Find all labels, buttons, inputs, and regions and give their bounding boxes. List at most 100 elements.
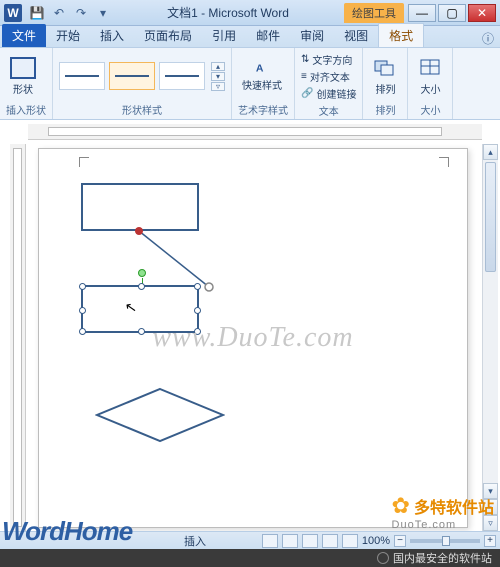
size-icon xyxy=(418,57,442,79)
shapes-icon xyxy=(10,57,36,79)
resize-handle[interactable] xyxy=(79,283,86,290)
footer-strip: 国内最安全的软件站 xyxy=(0,549,500,567)
quick-styles-label: 快速样式 xyxy=(242,77,282,92)
margin-guide xyxy=(79,157,449,167)
group-size: 大小 大小 xyxy=(408,48,453,119)
page[interactable]: ↖ www.DuoTe.com xyxy=(38,148,468,528)
scroll-thumb[interactable] xyxy=(485,162,496,272)
ruler-vertical[interactable] xyxy=(10,144,26,531)
style-preset-1[interactable] xyxy=(59,62,105,90)
footer-text: 国内最安全的软件站 xyxy=(393,550,492,566)
align-text-button[interactable]: ≡对齐文本 xyxy=(301,69,356,84)
workspace: ↖ www.DuoTe.com xyxy=(0,144,500,531)
style-preset-3[interactable] xyxy=(159,62,205,90)
duote-cn-text: 多特软件站 xyxy=(414,494,494,518)
link-icon: 🔗 xyxy=(301,88,313,99)
resize-handle[interactable] xyxy=(194,328,201,335)
style-preset-2[interactable] xyxy=(109,62,155,90)
shape-connector-line[interactable] xyxy=(139,231,229,291)
ruler-horizontal[interactable] xyxy=(28,124,482,140)
text-direction-button[interactable]: ⇅文字方向 xyxy=(301,52,356,67)
resize-handle[interactable] xyxy=(194,307,201,314)
ribbon-tabs: 文件 开始 插入 页面布局 引用 邮件 审阅 视图 格式 ⓘ xyxy=(0,26,500,48)
zoom-out-button[interactable]: − xyxy=(394,535,406,547)
zoom-in-button[interactable]: + xyxy=(484,535,496,547)
group-insert-shapes: 形状 插入形状 xyxy=(0,48,53,119)
view-outline-button[interactable] xyxy=(322,534,338,548)
zoom-slider-thumb[interactable] xyxy=(442,536,450,546)
minimize-button[interactable]: — xyxy=(408,4,436,22)
arrange-button[interactable]: 排列 xyxy=(369,55,401,98)
status-mode: 插入 xyxy=(184,533,206,549)
maximize-button[interactable]: ▢ xyxy=(438,4,466,22)
zoom-level[interactable]: 100% xyxy=(362,535,390,547)
duote-logo-icon: ✿ xyxy=(392,493,410,519)
align-text-label: 对齐文本 xyxy=(310,69,350,84)
tab-review[interactable]: 审阅 xyxy=(290,24,334,47)
footer-icon xyxy=(377,552,389,564)
resize-handle[interactable] xyxy=(138,328,145,335)
window-title: 文档1 - Microsoft Word xyxy=(112,4,344,21)
resize-handle[interactable] xyxy=(138,283,145,290)
quick-access-toolbar: 💾 ↶ ↷ ▾ xyxy=(28,4,112,22)
tab-format[interactable]: 格式 xyxy=(378,23,424,47)
scrollbar-vertical[interactable]: ▴ ▾ ◦ ▿ xyxy=(482,144,498,531)
view-fullscreen-button[interactable] xyxy=(282,534,298,548)
group-shape-styles: ▴ ▾ ▿ 形状样式 xyxy=(53,48,232,119)
arrange-label: 排列 xyxy=(375,81,395,96)
redo-icon[interactable]: ↷ xyxy=(72,4,90,22)
tab-home[interactable]: 开始 xyxy=(46,24,90,47)
scroll-up-button[interactable]: ▴ xyxy=(483,144,498,160)
shapes-button[interactable]: 形状 xyxy=(6,55,40,98)
document-area[interactable]: ↖ www.DuoTe.com xyxy=(26,144,500,531)
create-link-label: 创建链接 xyxy=(316,86,356,101)
window-controls: — ▢ ✕ xyxy=(408,4,496,22)
tab-layout[interactable]: 页面布局 xyxy=(134,24,202,47)
group-text: ⇅文字方向 ≡对齐文本 🔗创建链接 文本 xyxy=(295,48,363,119)
view-draft-button[interactable] xyxy=(342,534,358,548)
style-nav-more[interactable]: ▿ xyxy=(211,82,225,91)
view-print-layout-button[interactable] xyxy=(262,534,278,548)
size-label: 大小 xyxy=(420,81,440,96)
group-size-label: 大小 xyxy=(414,100,446,117)
tab-view[interactable]: 视图 xyxy=(334,24,378,47)
word-app-icon: W xyxy=(4,4,22,22)
tab-insert[interactable]: 插入 xyxy=(90,24,134,47)
shapes-label: 形状 xyxy=(13,81,33,96)
save-icon[interactable]: 💾 xyxy=(28,4,46,22)
zoom-slider[interactable] xyxy=(410,539,480,543)
size-button[interactable]: 大小 xyxy=(414,55,446,98)
wordhome-watermark: WordHome xyxy=(2,516,132,547)
tab-file[interactable]: 文件 xyxy=(2,24,46,47)
undo-icon[interactable]: ↶ xyxy=(50,4,68,22)
resize-handle[interactable] xyxy=(194,283,201,290)
shape-rectangle-2-selected[interactable] xyxy=(81,285,199,333)
view-web-button[interactable] xyxy=(302,534,318,548)
style-nav-down[interactable]: ▾ xyxy=(211,72,225,81)
title-bar: W 💾 ↶ ↷ ▾ 文档1 - Microsoft Word 绘图工具 — ▢ … xyxy=(0,0,500,26)
rotate-handle[interactable] xyxy=(138,269,146,277)
group-wordart: A 快速样式 艺术字样式 xyxy=(232,48,295,119)
group-insert-label: 插入形状 xyxy=(6,100,46,117)
wordart-icon: A xyxy=(255,61,269,75)
group-styles-label: 形状样式 xyxy=(59,100,225,117)
duote-en-text: DuoTe.com xyxy=(392,519,494,531)
resize-handle[interactable] xyxy=(79,328,86,335)
quick-styles-button[interactable]: A 快速样式 xyxy=(238,59,286,94)
contextual-tab-label: 绘图工具 xyxy=(344,3,404,23)
svg-text:A: A xyxy=(256,62,264,74)
style-nav-up[interactable]: ▴ xyxy=(211,62,225,71)
help-icon[interactable]: ⓘ xyxy=(482,30,494,47)
create-link-button[interactable]: 🔗创建链接 xyxy=(301,86,356,101)
shape-diamond[interactable] xyxy=(95,387,225,443)
resize-handle[interactable] xyxy=(79,307,86,314)
arrange-icon xyxy=(373,57,397,79)
shape-rectangle-1[interactable] xyxy=(81,183,199,231)
tab-references[interactable]: 引用 xyxy=(202,24,246,47)
tab-mailings[interactable]: 邮件 xyxy=(246,24,290,47)
text-direction-icon: ⇅ xyxy=(301,54,309,65)
text-direction-label: 文字方向 xyxy=(312,52,352,67)
close-button[interactable]: ✕ xyxy=(468,4,496,22)
qat-more-icon[interactable]: ▾ xyxy=(94,4,112,22)
group-text-label: 文本 xyxy=(301,101,356,118)
